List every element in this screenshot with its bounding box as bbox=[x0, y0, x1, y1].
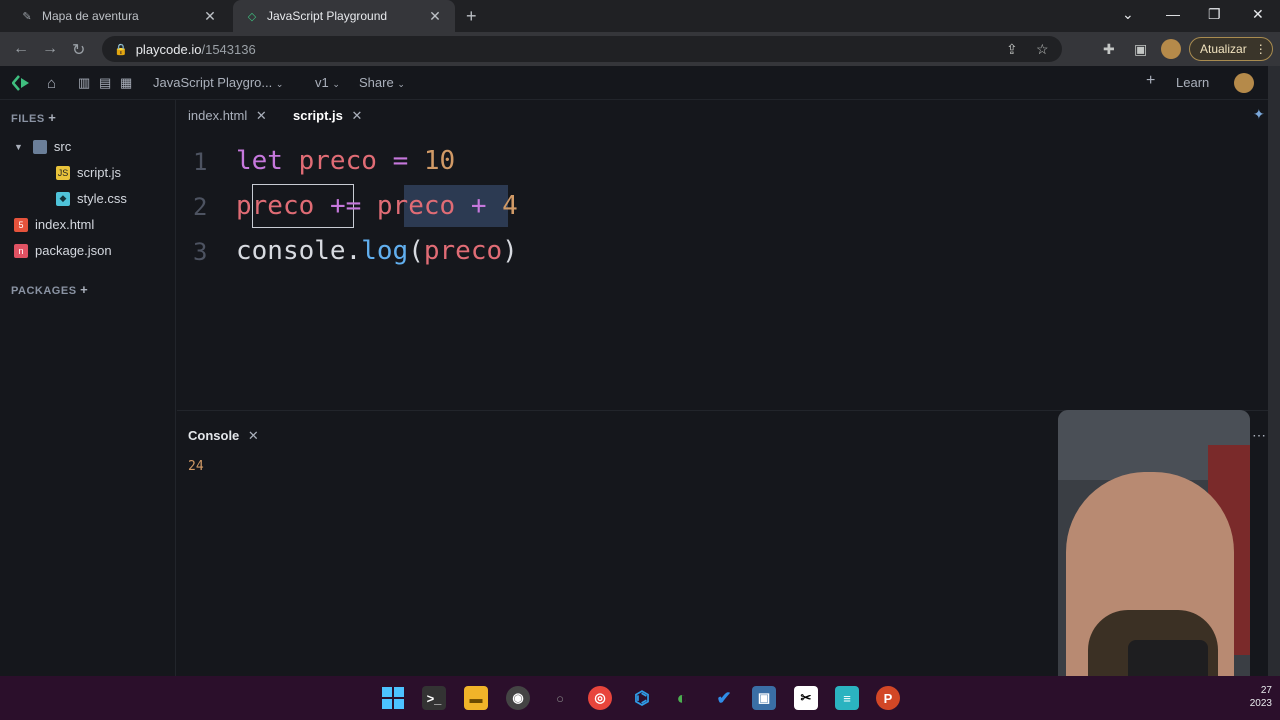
js-file-icon: JS bbox=[56, 165, 70, 180]
app-icon[interactable]: ○ bbox=[548, 686, 572, 710]
add-package-icon[interactable]: + bbox=[80, 282, 88, 297]
add-file-icon[interactable]: + bbox=[48, 110, 56, 125]
minimize-button[interactable]: — bbox=[1166, 6, 1180, 22]
file-sidebar: FILES + ▼ src JS script.js ◆ style.css 5… bbox=[0, 100, 176, 676]
line-number: 3 bbox=[193, 238, 208, 266]
close-icon[interactable]: ✕ bbox=[202, 8, 218, 25]
todo-icon[interactable]: ✔ bbox=[712, 686, 736, 710]
profile-avatar[interactable] bbox=[1161, 39, 1181, 59]
sidebar-item-label: src bbox=[53, 139, 72, 154]
new-tab-button[interactable]: + bbox=[466, 6, 477, 27]
files-header: FILES + bbox=[11, 110, 57, 125]
url-host: playcode.io bbox=[135, 41, 202, 57]
code-line-3[interactable]: console.log(preco) bbox=[236, 236, 518, 266]
playcode-icon: ◇ bbox=[247, 10, 257, 23]
back-icon[interactable]: ← bbox=[13, 40, 29, 58]
image-viewer-icon[interactable]: ▣ bbox=[752, 686, 776, 710]
bookmark-star-icon[interactable]: ☆ bbox=[1036, 41, 1049, 58]
close-icon[interactable]: ✕ bbox=[427, 8, 443, 25]
url-path: /1543136 bbox=[201, 41, 256, 57]
learn-link[interactable]: Learn bbox=[1176, 75, 1209, 90]
user-avatar[interactable] bbox=[1234, 73, 1254, 93]
notepad-icon[interactable]: ≡ bbox=[835, 686, 859, 710]
windows-start-icon[interactable] bbox=[381, 686, 405, 710]
lock-icon: 🔒 bbox=[114, 43, 128, 56]
window-close-button[interactable]: ✕ bbox=[1252, 6, 1264, 23]
sidebar-item-script-js[interactable]: JS script.js bbox=[56, 165, 121, 180]
css-file-icon: ◆ bbox=[56, 191, 70, 206]
powerpoint-icon[interactable]: P bbox=[876, 686, 900, 710]
side-panel-icon[interactable]: ▣ bbox=[1134, 41, 1147, 58]
reload-icon[interactable]: ↻ bbox=[72, 40, 85, 60]
html-file-icon: 5 bbox=[14, 217, 28, 232]
address-bar-row: ← → ↻ 🔒 playcode.io /1543136 ⇪ ☆ ✚ ▣ Atu… bbox=[0, 32, 1280, 66]
update-label: Atualizar bbox=[1200, 42, 1247, 56]
browser-tab-playground[interactable]: ◇ JavaScript Playground ✕ bbox=[233, 0, 455, 32]
close-icon[interactable]: ✕ bbox=[256, 108, 267, 123]
url-field[interactable]: 🔒 playcode.io /1543136 bbox=[102, 36, 1062, 62]
console-tab[interactable]: Console ✕ bbox=[188, 428, 259, 444]
capcut-icon[interactable]: ✂ bbox=[794, 686, 818, 710]
sidebar-item-style-css[interactable]: ◆ style.css bbox=[56, 191, 127, 206]
vscode-icon[interactable]: ⌬ bbox=[630, 686, 654, 710]
file-explorer-icon[interactable]: ▬ bbox=[464, 686, 488, 710]
editor-tab-script-js[interactable]: script.js ✕ bbox=[293, 108, 362, 124]
chrome-icon[interactable]: ◎ bbox=[588, 686, 612, 710]
tab-search-icon[interactable]: ⌄ bbox=[1122, 6, 1134, 23]
page-scrollbar[interactable] bbox=[1268, 66, 1280, 676]
sidebar-item-label: script.js bbox=[77, 165, 122, 180]
layout-preview-icon[interactable]: ▦ bbox=[120, 75, 132, 91]
clock-year: 2023 bbox=[1249, 698, 1272, 709]
version-select[interactable]: v1 ⌄ bbox=[315, 75, 340, 90]
extensions-icon[interactable]: ✚ bbox=[1103, 41, 1115, 58]
folder-icon bbox=[32, 139, 47, 154]
obs-icon[interactable]: ◉ bbox=[506, 686, 530, 710]
packages-header: PACKAGES + bbox=[11, 282, 89, 297]
system-clock: 27 2023 bbox=[1250, 684, 1272, 710]
terminal-icon[interactable]: >_ bbox=[422, 686, 446, 710]
json-file-icon: n bbox=[14, 243, 28, 258]
browser-tab-mapa[interactable]: ✎ Mapa de aventura ✕ bbox=[8, 0, 230, 32]
tab-title: JavaScript Playground bbox=[267, 9, 388, 23]
pen-icon: ✎ bbox=[22, 10, 32, 23]
sidebar-item-package-json[interactable]: n package.json bbox=[14, 243, 112, 258]
chevron-down-icon: ▼ bbox=[14, 141, 23, 152]
more-icon[interactable]: ⋯ bbox=[1252, 427, 1266, 444]
sidebar-item-src[interactable]: ▼ src bbox=[14, 139, 71, 154]
project-title[interactable]: JavaScript Playgro... ⌄ bbox=[153, 75, 283, 90]
line-number: 2 bbox=[193, 193, 208, 221]
code-editor[interactable]: index.html ✕ script.js ✕ ✦ 1 2 3 let pre… bbox=[177, 100, 1268, 410]
layout-sidebar-icon[interactable]: ▥ bbox=[78, 75, 90, 91]
sidebar-item-index-html[interactable]: 5 index.html bbox=[14, 217, 94, 232]
share-menu[interactable]: Share ⌄ bbox=[359, 75, 405, 90]
webcam-overlay bbox=[1058, 410, 1250, 708]
browser-tab-strip: ✎ Mapa de aventura ✕ ◇ JavaScript Playgr… bbox=[0, 0, 1280, 32]
maximize-button[interactable]: ❐ bbox=[1208, 6, 1221, 23]
sparkle-icon[interactable]: ✦ bbox=[1253, 106, 1265, 123]
playcode-toolbar: ⌂ ▥ ▤ ▦ JavaScript Playgro... ⌄ v1 ⌄ Sha… bbox=[0, 66, 1268, 100]
close-icon[interactable]: ✕ bbox=[248, 428, 259, 443]
add-icon[interactable]: + bbox=[1146, 72, 1155, 90]
update-button[interactable]: Atualizar ⋮ bbox=[1189, 37, 1273, 61]
sidebar-item-label: index.html bbox=[35, 217, 95, 232]
more-icon: ⋮ bbox=[1254, 42, 1267, 56]
share-page-icon[interactable]: ⇪ bbox=[1006, 41, 1018, 58]
tab-title: Mapa de aventura bbox=[42, 9, 139, 23]
layout-split-icon[interactable]: ▤ bbox=[99, 75, 111, 91]
browser-app-icon[interactable]: ◐ bbox=[670, 686, 694, 710]
playcode-logo[interactable] bbox=[12, 74, 32, 92]
forward-icon[interactable]: → bbox=[42, 40, 58, 58]
console-output: 24 bbox=[188, 459, 204, 474]
editor-tab-index-html[interactable]: index.html ✕ bbox=[188, 108, 267, 124]
sidebar-item-label: package.json bbox=[35, 243, 112, 258]
code-line-1[interactable]: let preco = 10 bbox=[236, 146, 455, 176]
close-icon[interactable]: ✕ bbox=[351, 108, 362, 123]
line-number: 1 bbox=[193, 148, 208, 176]
code-line-2[interactable]: preco += preco + 4 bbox=[236, 191, 518, 221]
sidebar-item-label: style.css bbox=[77, 191, 127, 206]
taskbar: >_ ▬ ◉ ○ ◎ ⌬ ◐ ✔ ▣ ✂ ≡ P 27 2023 bbox=[0, 676, 1280, 720]
clock-time: 27 bbox=[1260, 685, 1272, 696]
home-icon[interactable]: ⌂ bbox=[47, 75, 56, 92]
